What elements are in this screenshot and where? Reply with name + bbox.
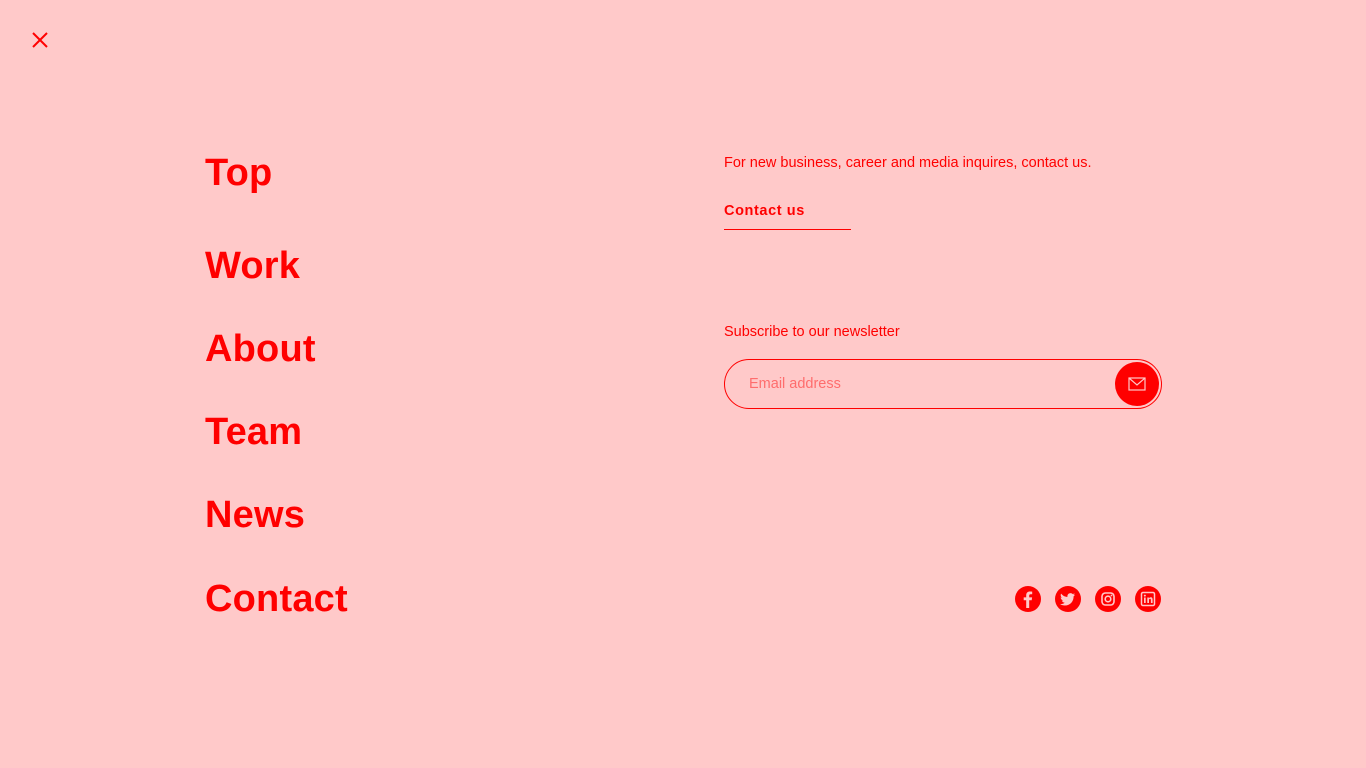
nav-item-contact[interactable]: Contact bbox=[205, 580, 348, 618]
newsletter-label: Subscribe to our newsletter bbox=[724, 324, 900, 340]
facebook-link[interactable] bbox=[1015, 586, 1041, 612]
twitter-link[interactable] bbox=[1055, 586, 1081, 612]
email-input[interactable] bbox=[749, 360, 1109, 408]
instagram-link[interactable] bbox=[1095, 586, 1121, 612]
nav-item-news[interactable]: News bbox=[205, 496, 305, 534]
twitter-icon bbox=[1060, 593, 1075, 606]
subscribe-button[interactable] bbox=[1115, 362, 1159, 406]
nav-item-about[interactable]: About bbox=[205, 330, 316, 368]
facebook-icon bbox=[1023, 591, 1033, 608]
newsletter-form bbox=[724, 359, 1162, 409]
linkedin-link[interactable] bbox=[1135, 586, 1161, 612]
instagram-icon bbox=[1101, 592, 1115, 606]
mail-icon bbox=[1128, 377, 1146, 391]
linkedin-icon bbox=[1140, 591, 1156, 607]
nav-item-work[interactable]: Work bbox=[205, 247, 300, 285]
nav-item-top[interactable]: Top bbox=[205, 154, 272, 192]
contact-blurb: For new business, career and media inqui… bbox=[724, 155, 1092, 171]
close-icon bbox=[32, 32, 48, 48]
close-button[interactable] bbox=[28, 28, 52, 52]
contact-us-link[interactable]: Contact us bbox=[724, 202, 851, 230]
nav-item-team[interactable]: Team bbox=[205, 413, 302, 451]
